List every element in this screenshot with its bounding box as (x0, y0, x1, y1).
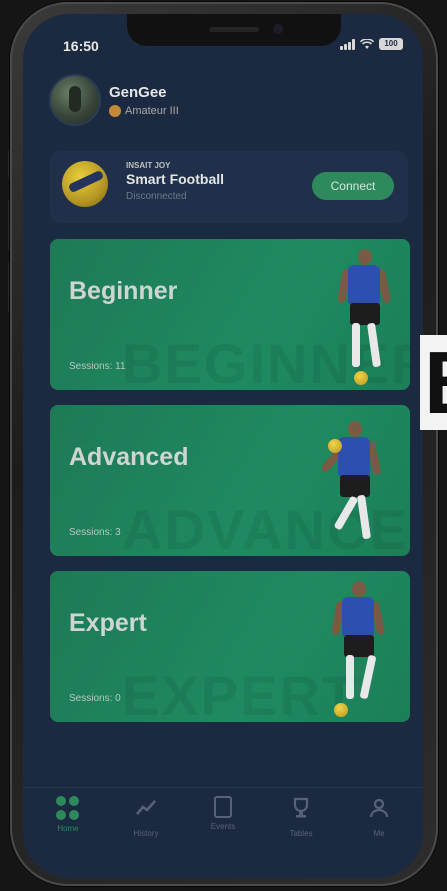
device-card: INSAIT JOY Smart Football Disconnected C… (50, 151, 408, 223)
signal-icon (340, 38, 355, 50)
front-camera (273, 24, 283, 34)
player-image (320, 419, 386, 556)
level-sessions: Sessions: 3 (69, 527, 121, 538)
trophy-icon (293, 797, 309, 818)
connect-button[interactable]: Connect (312, 172, 394, 200)
level-sessions: Sessions: 0 (69, 693, 121, 704)
tab-history[interactable]: History (116, 796, 176, 838)
level-title: Beginner (69, 277, 178, 305)
level-card-expert[interactable]: EXPERT Expert Sessions: 0 (50, 571, 410, 722)
tab-label: Events (210, 822, 236, 831)
tab-events[interactable]: Events (193, 796, 253, 831)
rank-label: Amateur III (125, 104, 179, 117)
home-grid-icon (56, 796, 80, 820)
status-icons: 100 (340, 38, 403, 50)
device-brand: INSAIT JOY (126, 161, 171, 170)
wifi-icon (360, 38, 374, 49)
tab-label: History (133, 829, 159, 838)
level-watermark: EXPERT (122, 664, 359, 722)
ball-icon (354, 371, 368, 385)
side-letter: B (420, 335, 447, 430)
tab-me[interactable]: Me (349, 796, 409, 838)
tab-home[interactable]: Home (38, 796, 98, 833)
person-icon (369, 798, 389, 818)
player-image (336, 247, 396, 387)
notch (127, 14, 341, 46)
phone-screen: 16:50 100 GenGee Amateur III INSAIT JOY … (23, 14, 423, 878)
ball-icon (328, 439, 342, 453)
tab-tables[interactable]: Tables (271, 796, 331, 838)
avatar[interactable] (49, 74, 101, 126)
level-card-beginner[interactable]: BEGINNER Beginner Sessions: 11 (50, 239, 410, 390)
tab-label: Home (57, 824, 79, 833)
tab-label: Tables (289, 829, 313, 838)
level-card-advanced[interactable]: ADVANCED Advanced Sessions: 3 (50, 405, 410, 556)
ball-icon (334, 703, 348, 717)
level-title: Expert (69, 609, 147, 637)
device-status: Disconnected (126, 191, 187, 202)
football-icon (62, 161, 108, 207)
username: GenGee (109, 83, 167, 101)
speaker-grille (209, 27, 259, 32)
level-sessions: Sessions: 11 (69, 361, 126, 372)
level-title: Advanced (69, 443, 189, 471)
tab-label: Me (373, 829, 385, 838)
profile-header[interactable]: GenGee Amateur III (49, 74, 179, 126)
player-image (330, 579, 390, 719)
status-time: 16:50 (63, 38, 99, 54)
chart-line-icon (136, 800, 156, 815)
document-icon (214, 796, 232, 818)
device-name: Smart Football (126, 171, 225, 187)
battery-icon: 100 (379, 38, 403, 50)
rank-badge-icon (109, 104, 121, 117)
tab-bar: Home History Events Tables Me (23, 787, 423, 878)
